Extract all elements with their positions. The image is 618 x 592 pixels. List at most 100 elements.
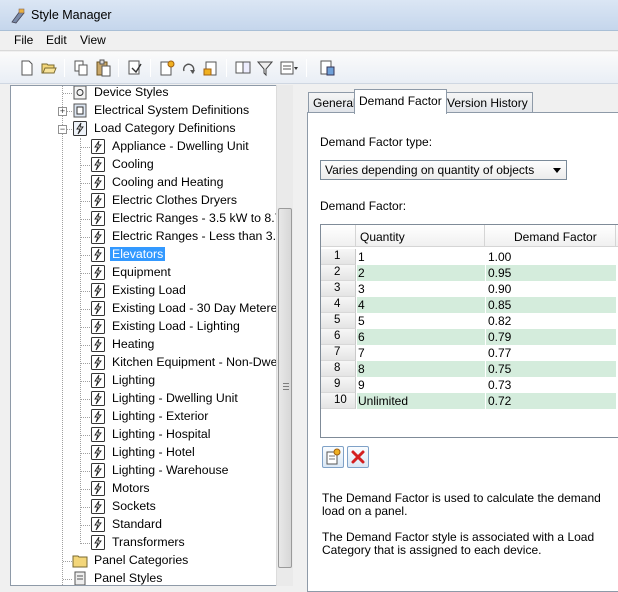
- table-row[interactable]: 9 9 0.73: [321, 377, 618, 393]
- row-header[interactable]: 8: [321, 361, 356, 377]
- tab-general[interactable]: General: [308, 92, 361, 113]
- collapse-icon[interactable]: −: [58, 125, 67, 134]
- row-header[interactable]: 10: [321, 393, 356, 409]
- quantity-cell[interactable]: 2: [357, 265, 485, 281]
- load-icon: [90, 282, 106, 299]
- toggle-view-icon[interactable]: [234, 59, 252, 77]
- row-header[interactable]: 4: [321, 297, 356, 313]
- table-row[interactable]: 1 1 1.00: [321, 249, 618, 265]
- demand-factor-cell[interactable]: 0.90: [486, 281, 616, 297]
- scrollbar-thumb[interactable]: [278, 208, 292, 568]
- table-row[interactable]: 5 5 0.82: [321, 313, 618, 329]
- new-style-icon[interactable]: [158, 59, 176, 77]
- quantity-cell[interactable]: 3: [357, 281, 485, 297]
- table-row[interactable]: 10 Unlimited 0.72: [321, 393, 618, 409]
- tree-connector: [81, 309, 90, 310]
- row-header[interactable]: 1: [321, 249, 356, 265]
- menu-edit[interactable]: Edit: [46, 33, 67, 47]
- view-options-icon[interactable]: [280, 59, 298, 77]
- title-bar: Style Manager: [0, 0, 618, 31]
- tree-item-label: Appliance - Dwelling Unit: [112, 139, 249, 153]
- delete-row-button[interactable]: [347, 446, 369, 468]
- tree-connector: [81, 219, 90, 220]
- demand-factor-cell[interactable]: 1.00: [486, 249, 616, 265]
- demand-factor-type-select[interactable]: Varies depending on quantity of objects: [320, 160, 567, 180]
- row-header[interactable]: 7: [321, 345, 356, 361]
- quantity-cell[interactable]: 7: [357, 345, 485, 361]
- row-header[interactable]: 3: [321, 281, 356, 297]
- row-header[interactable]: 2: [321, 265, 356, 281]
- table-row[interactable]: 2 2 0.95: [321, 265, 618, 281]
- delete-row-icon: [351, 450, 365, 464]
- demand-factor-cell[interactable]: 0.95: [486, 265, 616, 281]
- edit-style-icon[interactable]: [180, 59, 198, 77]
- tree-item-label: Electric Ranges - Less than 3.5 k: [112, 229, 293, 243]
- table-row[interactable]: 3 3 0.90: [321, 281, 618, 297]
- add-row-button[interactable]: [322, 446, 344, 468]
- style-icon: [72, 86, 88, 101]
- new-icon[interactable]: [18, 59, 36, 77]
- tree-connector: [81, 201, 90, 202]
- toolbar-separator: [150, 59, 151, 77]
- quantity-cell[interactable]: 4: [357, 297, 485, 313]
- paste-icon[interactable]: [94, 59, 112, 77]
- tree-connector: [81, 327, 90, 328]
- load-icon: [90, 354, 106, 371]
- load-icon: [90, 462, 106, 479]
- column-header-demand-factor[interactable]: Demand Factor: [486, 225, 616, 247]
- demand-factor-table[interactable]: Quantity Demand Factor 1 1 1.00 2 2 0.95 3 3 0.9…: [320, 224, 618, 438]
- demand-factor-label: Demand Factor:: [320, 199, 407, 213]
- menu-bar: File Edit View: [0, 31, 618, 51]
- demand-factor-cell[interactable]: 0.73: [486, 377, 616, 393]
- load-icon: [90, 300, 106, 317]
- row-header[interactable]: 5: [321, 313, 356, 329]
- quantity-cell[interactable]: 8: [357, 361, 485, 377]
- open-icon[interactable]: [40, 59, 58, 77]
- tree-connector: [81, 417, 90, 418]
- filter-icon[interactable]: [256, 59, 274, 77]
- menu-file[interactable]: File: [14, 33, 33, 47]
- tree-guide-line: [80, 138, 81, 544]
- tab-version-history[interactable]: Version History: [442, 92, 533, 113]
- table-row[interactable]: 4 4 0.85: [321, 297, 618, 313]
- tree-item-label: Electric Ranges - 3.5 kW to 8.75: [112, 211, 289, 225]
- tree-connector: [81, 435, 90, 436]
- row-header[interactable]: 6: [321, 329, 356, 345]
- properties-pane: General Demand Factor Version History De…: [304, 85, 618, 592]
- tree-scrollbar[interactable]: [276, 85, 293, 586]
- tree-connector: [81, 507, 90, 508]
- expand-icon[interactable]: +: [58, 107, 67, 116]
- style-tree[interactable]: Device Styles Electrical System Definitio…: [10, 85, 293, 586]
- menu-view[interactable]: View: [80, 33, 106, 47]
- load-icon: [90, 210, 106, 227]
- style-manager-icon: [11, 8, 25, 24]
- demand-factor-cell[interactable]: 0.77: [486, 345, 616, 361]
- demand-factor-cell[interactable]: 0.72: [486, 393, 616, 409]
- demand-factor-cell[interactable]: 0.85: [486, 297, 616, 313]
- quantity-cell[interactable]: 6: [357, 329, 485, 345]
- tab-demand-factor[interactable]: Demand Factor: [354, 89, 447, 114]
- copy-icon[interactable]: [72, 59, 90, 77]
- purge-icon[interactable]: [126, 59, 144, 77]
- quantity-cell[interactable]: 1: [357, 249, 485, 265]
- panel-style-icon: [72, 570, 88, 585]
- demand-factor-cell[interactable]: 0.82: [486, 313, 616, 329]
- load-icon: [90, 516, 106, 533]
- row-header[interactable]: 9: [321, 377, 356, 393]
- set-from-icon[interactable]: [202, 59, 220, 77]
- demand-factor-cell[interactable]: 0.75: [486, 361, 616, 377]
- pane-splitter[interactable]: [293, 85, 304, 586]
- demand-factor-type-value: Varies depending on quantity of objects: [325, 163, 535, 177]
- inline-edit-icon[interactable]: [318, 59, 336, 77]
- quantity-cell[interactable]: 5: [357, 313, 485, 329]
- quantity-cell[interactable]: 9: [357, 377, 485, 393]
- column-header-quantity[interactable]: Quantity: [357, 225, 485, 247]
- load-category-icon: [72, 120, 88, 137]
- tree-connector: [81, 237, 90, 238]
- demand-factor-cell[interactable]: 0.79: [486, 329, 616, 345]
- load-icon: [90, 156, 106, 173]
- table-row[interactable]: 6 6 0.79: [321, 329, 618, 345]
- table-row[interactable]: 7 7 0.77: [321, 345, 618, 361]
- quantity-cell[interactable]: Unlimited: [357, 393, 485, 409]
- table-row[interactable]: 8 8 0.75: [321, 361, 618, 377]
